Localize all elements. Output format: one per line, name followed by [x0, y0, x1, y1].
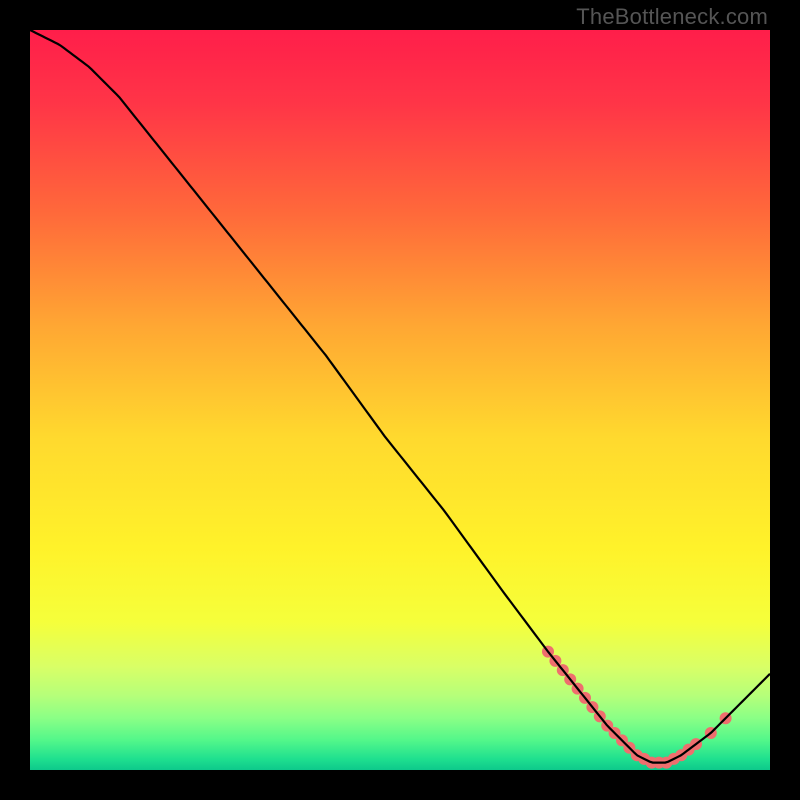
marker-dots: [542, 646, 732, 769]
main-curve: [30, 30, 770, 763]
curve-layer: [30, 30, 770, 770]
plot-area: [30, 30, 770, 770]
chart-frame: TheBottleneck.com: [0, 0, 800, 800]
watermark-text: TheBottleneck.com: [576, 4, 768, 30]
